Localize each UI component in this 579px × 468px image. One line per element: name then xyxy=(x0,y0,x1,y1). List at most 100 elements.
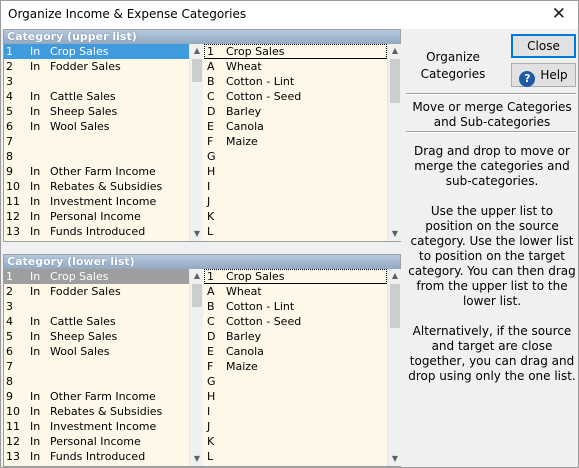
category-row[interactable]: 2 In Fodder Sales xyxy=(4,59,203,74)
scrollbar-thumb[interactable] xyxy=(192,59,202,82)
category-name: Cattle Sales xyxy=(50,315,116,328)
category-row[interactable]: 7 xyxy=(4,359,203,374)
category-row[interactable]: 4 In Cattle Sales xyxy=(4,314,203,329)
category-row[interactable]: 10 In Rebates & Subsidies xyxy=(4,404,203,419)
help-button[interactable]: ? Help xyxy=(511,63,576,87)
scroll-down-arrow-icon[interactable]: ▼ xyxy=(190,452,203,466)
subcategory-row[interactable]: D Barley xyxy=(204,104,401,119)
category-name: Sheep Sales xyxy=(50,330,118,343)
category-row[interactable]: 13 In Funds Introduced xyxy=(4,224,203,239)
lower-subcategory-list[interactable]: 1 Crop Sales A Wheat B Cotton - Lint C Cotton -… xyxy=(204,269,401,466)
divider xyxy=(406,93,576,95)
category-number: 2 xyxy=(6,285,13,298)
subcategory-row[interactable]: C Cotton - Seed xyxy=(204,89,401,104)
category-row[interactable]: 6 In Wool Sales xyxy=(4,344,203,359)
subcategory-row[interactable]: E Canola xyxy=(204,344,401,359)
subcategory-row[interactable]: B Cotton - Lint xyxy=(204,299,401,314)
category-row[interactable]: 9 In Other Farm Income xyxy=(4,389,203,404)
category-row[interactable]: 5 In Sheep Sales xyxy=(4,104,203,119)
vertical-scrollbar[interactable]: ▲ ▼ xyxy=(189,44,203,241)
category-row[interactable]: 10 In Rebates & Subsidies xyxy=(4,179,203,194)
subcategory-code: H xyxy=(207,165,216,178)
upper-subcategory-list[interactable]: 1 Crop Sales A Wheat B Cotton - Lint C Cotton -… xyxy=(204,44,401,241)
category-row[interactable]: 7 xyxy=(4,134,203,149)
scrollbar-thumb[interactable] xyxy=(390,284,400,328)
subcategory-code: 1 xyxy=(207,270,214,283)
subcategory-code: B xyxy=(207,300,215,313)
category-type: In xyxy=(30,60,41,73)
category-type: In xyxy=(30,285,41,298)
subcategory-row[interactable]: K xyxy=(204,209,401,224)
subcategory-row[interactable]: B Cotton - Lint xyxy=(204,74,401,89)
scroll-up-arrow-icon[interactable]: ▲ xyxy=(190,44,203,58)
scrollbar-thumb[interactable] xyxy=(192,284,202,307)
subcategory-row[interactable]: C Cotton - Seed xyxy=(204,314,401,329)
subcategory-row[interactable]: G xyxy=(204,374,401,389)
category-row[interactable]: 4 In Cattle Sales xyxy=(4,89,203,104)
category-type: In xyxy=(30,420,41,433)
category-row[interactable]: 12 In Personal Income xyxy=(4,434,203,449)
category-type: In xyxy=(30,210,41,223)
category-row[interactable]: 12 In Personal Income xyxy=(4,209,203,224)
lower-category-list[interactable]: 1 In Crop Sales 2 In Fodder Sales 3 4 In Cattle S… xyxy=(4,269,203,466)
category-name: Personal Income xyxy=(50,435,141,448)
subcategory-code: A xyxy=(207,60,215,73)
category-name: Wool Sales xyxy=(50,120,110,133)
scroll-up-arrow-icon[interactable]: ▲ xyxy=(190,269,203,283)
subcategory-code: K xyxy=(207,435,215,448)
subcategory-row[interactable]: G xyxy=(204,149,401,164)
subcategory-row[interactable]: A Wheat xyxy=(204,59,401,74)
category-row[interactable]: 2 In Fodder Sales xyxy=(4,284,203,299)
category-row[interactable]: 3 xyxy=(4,74,203,89)
category-row[interactable]: 11 In Investment Income xyxy=(4,194,203,209)
category-row[interactable]: 5 In Sheep Sales xyxy=(4,329,203,344)
subcategory-row[interactable]: H xyxy=(204,389,401,404)
subcategory-row[interactable]: A Wheat xyxy=(204,284,401,299)
category-row[interactable]: 8 xyxy=(4,149,203,164)
instructions-paragraph-2: Use the upper list to position on the so… xyxy=(408,204,576,308)
subcategory-row[interactable]: I xyxy=(204,179,401,194)
category-number: 1 xyxy=(6,45,13,58)
subcategory-row[interactable]: D Barley xyxy=(204,329,401,344)
side-pane: Organize Categories Close ? Help Move or … xyxy=(404,29,578,467)
subcategory-row[interactable]: 1 Crop Sales xyxy=(204,44,401,59)
category-row[interactable]: 3 xyxy=(4,299,203,314)
scroll-down-arrow-icon[interactable]: ▼ xyxy=(190,227,203,241)
close-button[interactable]: Close xyxy=(511,34,576,58)
subcategory-row[interactable]: K xyxy=(204,434,401,449)
subcategory-row[interactable]: E Canola xyxy=(204,119,401,134)
scroll-up-arrow-icon[interactable]: ▲ xyxy=(388,269,401,283)
scroll-down-arrow-icon[interactable]: ▼ xyxy=(388,227,401,241)
subcategory-row[interactable]: J xyxy=(204,194,401,209)
subcategory-row[interactable]: I xyxy=(204,404,401,419)
category-row[interactable]: 9 In Other Farm Income xyxy=(4,164,203,179)
category-row[interactable]: 8 xyxy=(4,374,203,389)
category-number: 12 xyxy=(6,435,20,448)
scroll-up-arrow-icon[interactable]: ▲ xyxy=(388,44,401,58)
subcategory-row[interactable]: F Maize xyxy=(204,134,401,149)
category-type: In xyxy=(30,45,41,58)
category-row[interactable]: 1 In Crop Sales xyxy=(4,269,203,284)
subcategory-row[interactable]: L xyxy=(204,449,401,464)
subcategory-row[interactable]: 1 Crop Sales xyxy=(204,269,401,284)
close-icon[interactable]: ✕ xyxy=(552,4,566,24)
category-row[interactable]: 1 In Crop Sales xyxy=(4,44,203,59)
scroll-down-arrow-icon[interactable]: ▼ xyxy=(388,452,401,466)
subcategory-row[interactable]: F Maize xyxy=(204,359,401,374)
subcategory-row[interactable]: L xyxy=(204,224,401,239)
category-row[interactable]: 13 In Funds Introduced xyxy=(4,449,203,464)
vertical-scrollbar[interactable]: ▲ ▼ xyxy=(387,269,401,466)
subcategory-row[interactable]: H xyxy=(204,164,401,179)
category-type: In xyxy=(30,405,41,418)
vertical-scrollbar[interactable]: ▲ ▼ xyxy=(387,44,401,241)
subcategory-row[interactable]: J xyxy=(204,419,401,434)
scrollbar-thumb[interactable] xyxy=(390,59,400,103)
subcategory-name: Barley xyxy=(226,330,262,343)
category-name: Crop Sales xyxy=(50,45,109,58)
category-row[interactable]: 6 In Wool Sales xyxy=(4,119,203,134)
subcategory-code: G xyxy=(207,375,216,388)
category-row[interactable]: 11 In Investment Income xyxy=(4,419,203,434)
upper-list-header: Category (upper list) xyxy=(4,30,400,44)
upper-category-list[interactable]: 1 In Crop Sales 2 In Fodder Sales 3 4 In Cattle S… xyxy=(4,44,203,241)
vertical-scrollbar[interactable]: ▲ ▼ xyxy=(189,269,203,466)
